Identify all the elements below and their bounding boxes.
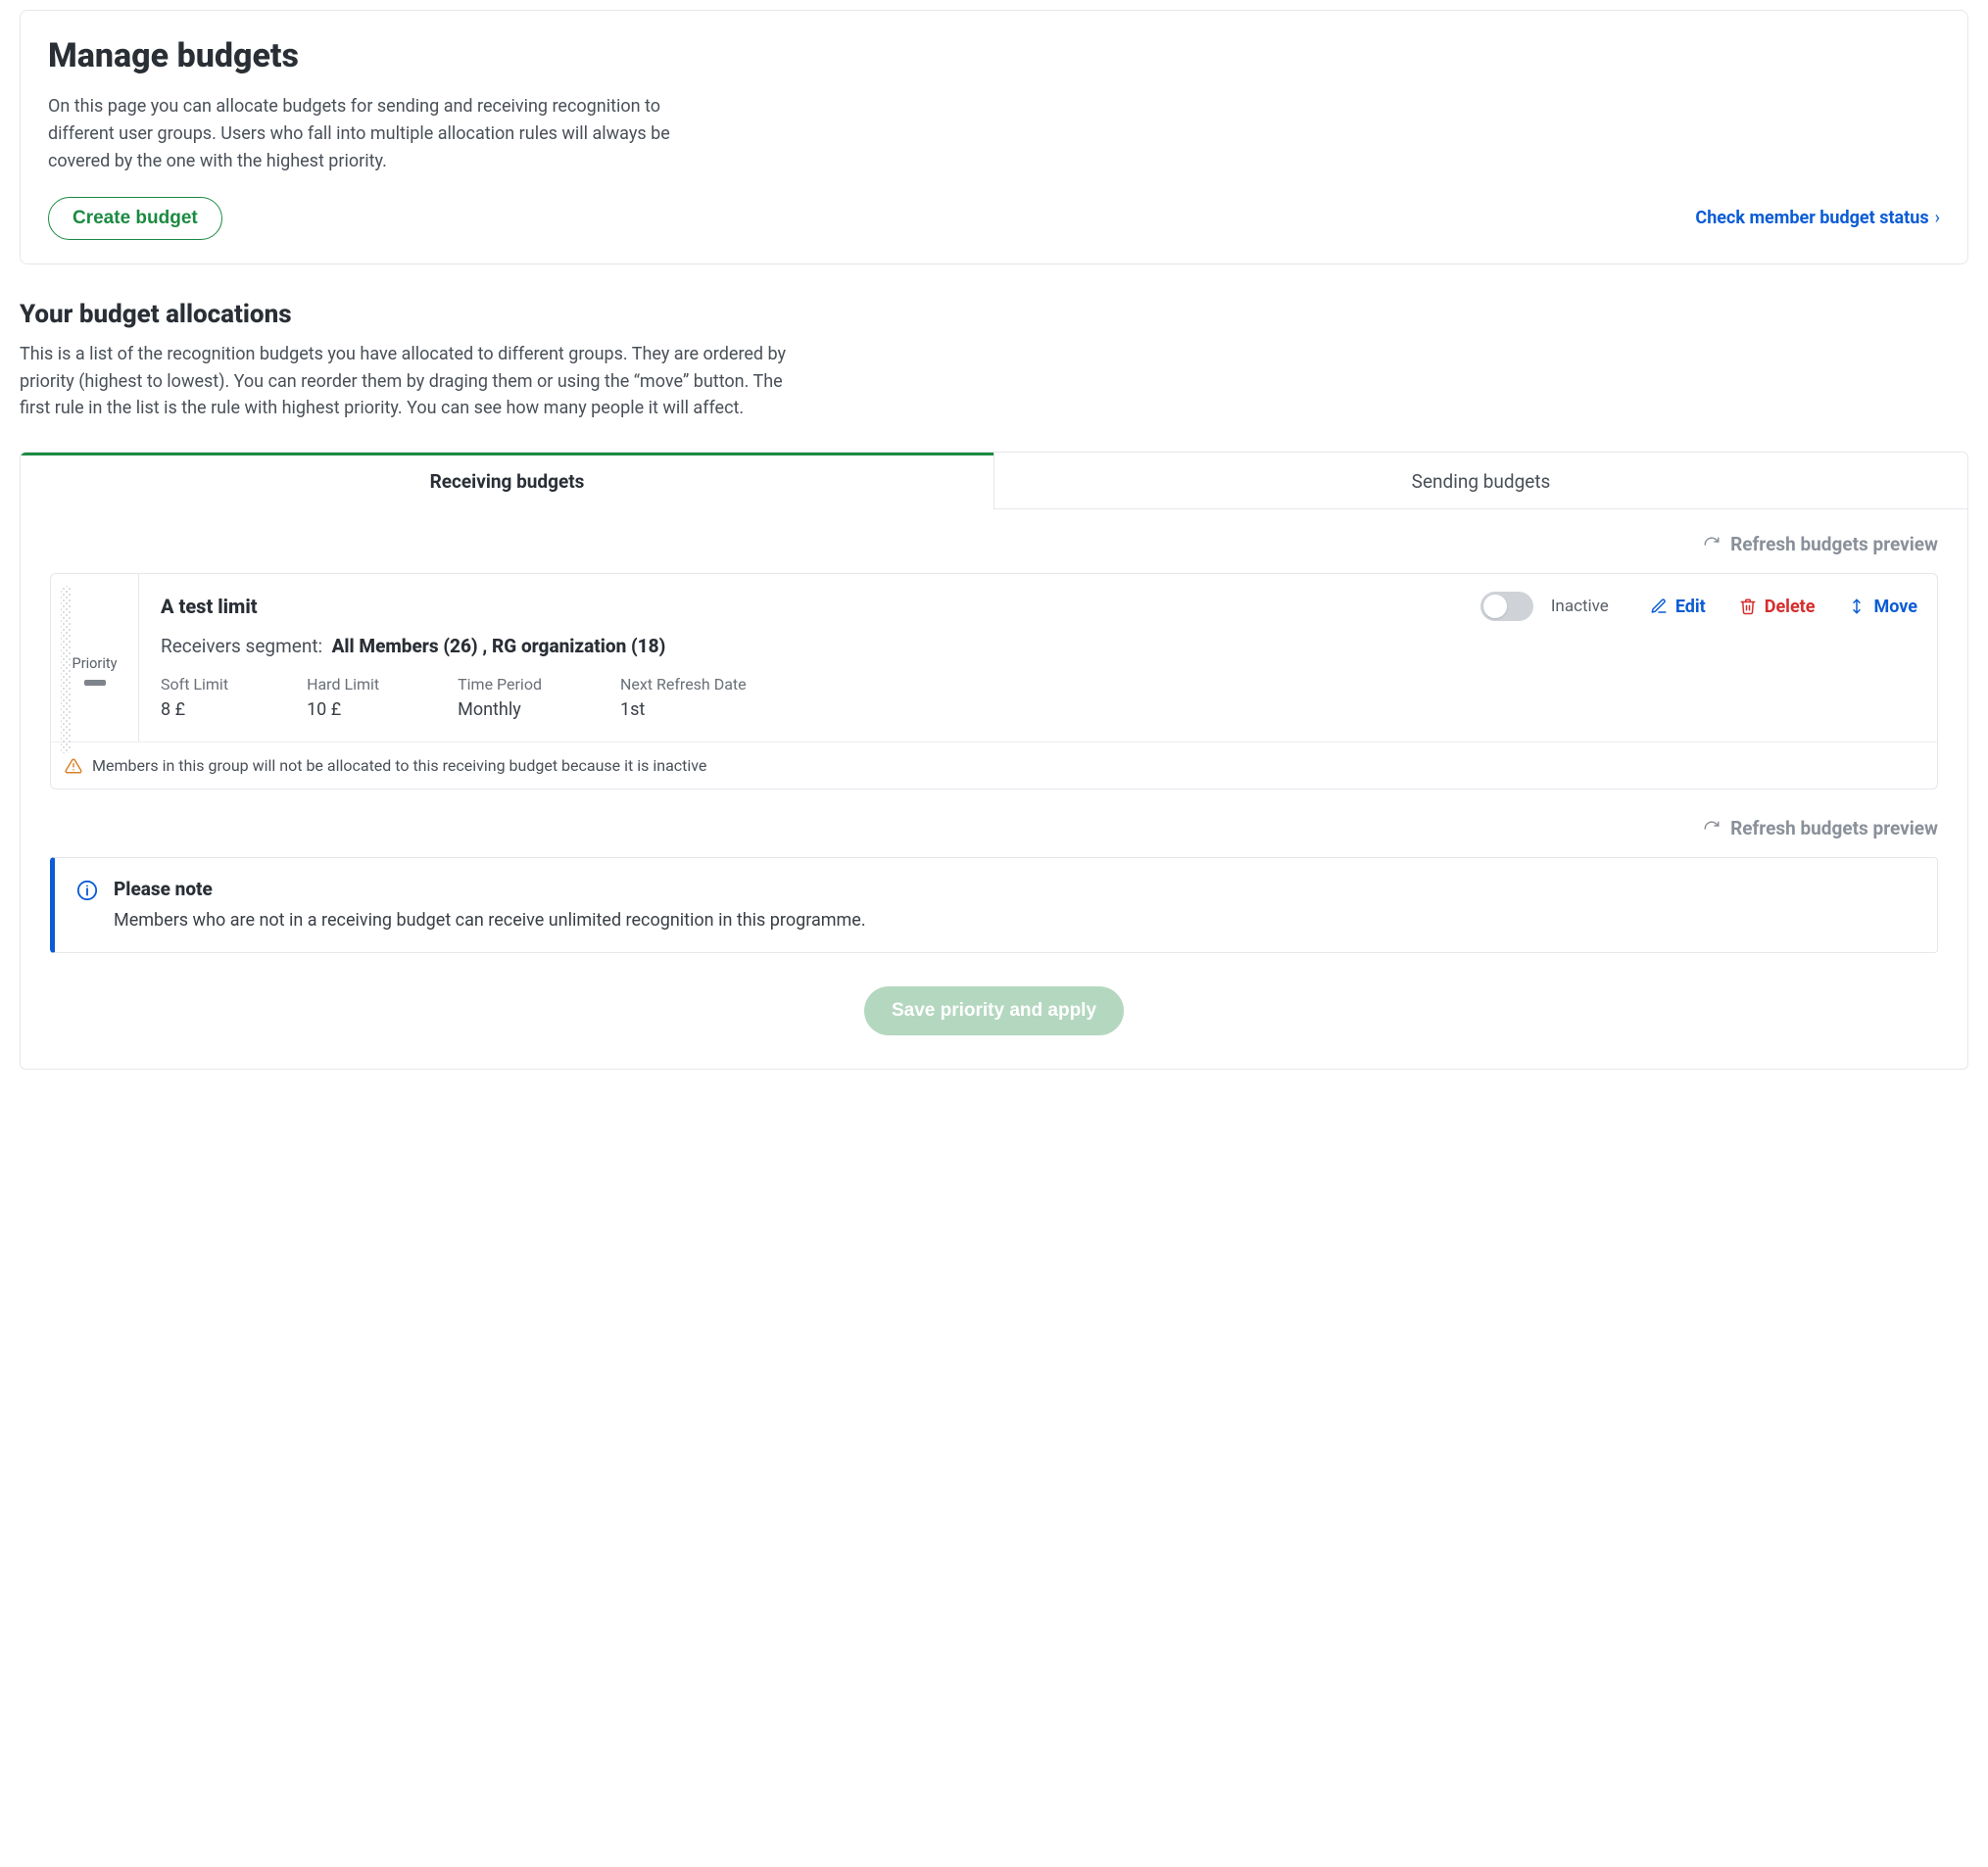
- allocations-title: Your budget allocations: [20, 300, 1968, 329]
- hard-limit-label: Hard Limit: [307, 675, 379, 694]
- allocation-title: A test limit: [161, 595, 258, 618]
- check-member-budget-label: Check member budget status: [1695, 208, 1928, 228]
- trash-icon: [1739, 598, 1757, 615]
- note-body: Members who are not in a receiving budge…: [114, 910, 866, 931]
- refresh-icon: [1703, 820, 1721, 838]
- save-priority-button[interactable]: Save priority and apply: [864, 986, 1124, 1035]
- tab-bar: Receiving budgets Sending budgets: [21, 453, 1967, 509]
- move-vertical-icon: [1848, 598, 1866, 615]
- tab-receiving-budgets[interactable]: Receiving budgets: [21, 453, 994, 509]
- hard-limit-value: 10 £: [307, 699, 379, 720]
- allocation-main-row: Priority A test limit Inactive: [51, 574, 1937, 742]
- next-refresh-label: Next Refresh Date: [620, 675, 747, 694]
- manage-budgets-card: Manage budgets On this page you can allo…: [20, 10, 1968, 264]
- tab-panel-receiving: Refresh budgets preview Priority A test …: [21, 509, 1967, 1069]
- budget-tabs: Receiving budgets Sending budgets Refres…: [20, 452, 1968, 1070]
- delete-button[interactable]: Delete: [1739, 597, 1816, 617]
- info-icon: [76, 880, 98, 901]
- page-description: On this page you can allocate budgets fo…: [48, 93, 695, 175]
- next-refresh-date: Next Refresh Date 1st: [620, 675, 747, 720]
- top-actions-row: Create budget Check member budget status…: [48, 197, 1940, 240]
- edit-button[interactable]: Edit: [1650, 597, 1706, 617]
- allocations-description: This is a list of the recognition budget…: [20, 341, 794, 423]
- please-note-card: Please note Members who are not in a rec…: [50, 857, 1938, 953]
- priority-column: Priority: [51, 574, 139, 742]
- refresh-label: Refresh budgets preview: [1730, 533, 1938, 555]
- segment-value: All Members (26) , RG organization (18): [332, 635, 666, 657]
- soft-limit-label: Soft Limit: [161, 675, 228, 694]
- allocation-actions: Edit Delete Move: [1650, 597, 1917, 617]
- priority-label: Priority: [73, 655, 118, 672]
- drag-handle[interactable]: [61, 586, 71, 753]
- segment-label: Receivers segment:: [161, 635, 322, 657]
- refresh-budgets-preview-top[interactable]: Refresh budgets preview: [50, 533, 1938, 555]
- allocation-body: A test limit Inactive Edit: [139, 574, 1937, 742]
- soft-limit-value: 8 £: [161, 699, 228, 720]
- allocation-inactive-warning: Members in this group will not be alloca…: [51, 742, 1937, 789]
- refresh-label: Refresh budgets preview: [1730, 817, 1938, 839]
- warning-triangle-icon: [65, 757, 82, 775]
- time-period: Time Period Monthly: [458, 675, 542, 720]
- priority-indicator: [84, 680, 106, 686]
- page-title: Manage budgets: [48, 36, 1940, 75]
- move-button[interactable]: Move: [1848, 597, 1917, 617]
- refresh-icon: [1703, 536, 1721, 553]
- warning-text: Members in this group will not be alloca…: [92, 756, 706, 775]
- time-period-label: Time Period: [458, 675, 542, 694]
- soft-limit: Soft Limit 8 £: [161, 675, 228, 720]
- chevron-right-icon: ›: [1935, 208, 1940, 228]
- active-toggle[interactable]: [1480, 592, 1533, 621]
- next-refresh-value: 1st: [620, 699, 747, 720]
- refresh-budgets-preview-bottom[interactable]: Refresh budgets preview: [50, 817, 1938, 839]
- toggle-knob: [1483, 595, 1507, 618]
- toggle-status-label: Inactive: [1551, 597, 1609, 616]
- allocation-card: Priority A test limit Inactive: [50, 573, 1938, 790]
- pencil-icon: [1650, 598, 1668, 615]
- tab-sending-budgets[interactable]: Sending budgets: [994, 453, 1967, 509]
- hard-limit: Hard Limit 10 £: [307, 675, 379, 720]
- note-content: Please note Members who are not in a rec…: [114, 878, 866, 931]
- time-period-value: Monthly: [458, 699, 542, 720]
- save-row: Save priority and apply: [50, 986, 1938, 1035]
- create-budget-button[interactable]: Create budget: [48, 197, 222, 240]
- receivers-segment-line: Receivers segment: All Members (26) , RG…: [161, 635, 1917, 657]
- allocation-header-row: A test limit Inactive Edit: [161, 592, 1917, 621]
- delete-label: Delete: [1765, 597, 1816, 617]
- limits-grid: Soft Limit 8 £ Hard Limit 10 £ Time Peri…: [161, 675, 1917, 720]
- check-member-budget-link[interactable]: Check member budget status ›: [1695, 208, 1940, 228]
- note-title: Please note: [114, 878, 866, 900]
- move-label: Move: [1873, 597, 1917, 617]
- edit-label: Edit: [1675, 597, 1706, 617]
